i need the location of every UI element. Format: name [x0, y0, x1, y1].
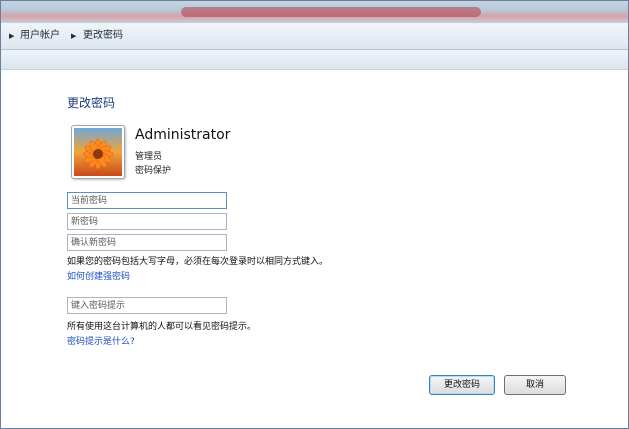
toolbar [1, 50, 628, 70]
title-bar-blur [181, 7, 481, 17]
user-name: Administrator [135, 127, 231, 143]
password-hint-field[interactable] [67, 297, 227, 314]
main-content: 更改密码 Administrator 管理员 密码保护 如果您的密码包括大写字母… [1, 70, 628, 428]
strong-password-link[interactable]: 如何创建强密码 [67, 269, 130, 282]
change-password-button[interactable]: 更改密码 [429, 375, 495, 395]
user-role: 管理员 [135, 152, 163, 162]
user-avatar [71, 125, 125, 179]
cancel-button[interactable]: 取消 [504, 375, 566, 395]
current-password-field[interactable] [67, 192, 227, 209]
flower-avatar-icon [74, 128, 122, 176]
case-sensitivity-note: 如果您的密码包括大写字母，必须在每次登录时以相同方式键入。 [67, 257, 329, 267]
change-password-window: ▶ 用户帐户 ▶ 更改密码 更改密码 Administrator 管理员 密码保… [0, 0, 629, 429]
password-hint-help-link[interactable]: 密码提示是什么? [67, 334, 135, 347]
page-title: 更改密码 [67, 96, 116, 110]
title-bar[interactable] [1, 1, 628, 23]
password-status: 密码保护 [135, 166, 172, 176]
breadcrumb-separator-icon[interactable]: ▶ [71, 30, 76, 42]
breadcrumb-user-accounts[interactable]: 用户帐户 [20, 30, 60, 42]
new-password-field[interactable] [67, 213, 227, 230]
confirm-password-field[interactable] [67, 234, 227, 251]
address-bar[interactable]: ▶ 用户帐户 ▶ 更改密码 [1, 23, 628, 50]
breadcrumb-change-password[interactable]: 更改密码 [83, 30, 123, 42]
hint-visibility-note: 所有使用这台计算机的人都可以看见密码提示。 [67, 322, 257, 332]
breadcrumb-arrow-icon[interactable]: ▶ [9, 30, 14, 42]
